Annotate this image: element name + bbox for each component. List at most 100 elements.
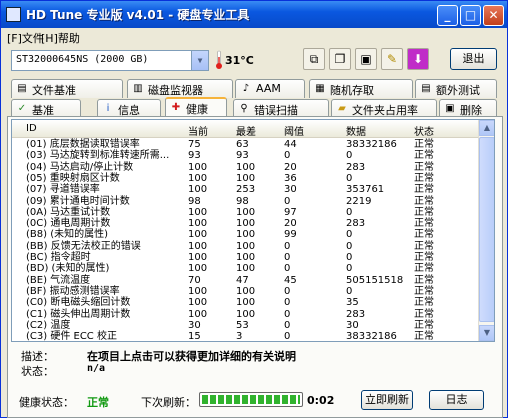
cell-id: (0C) 通电周期计数: [26, 218, 111, 230]
cell-worst: 93: [236, 150, 249, 162]
table-row[interactable]: (04) 马达启动/停止计数 100 100 20 283 正常: [12, 162, 479, 173]
column-id[interactable]: ID: [26, 123, 37, 134]
app-icon: [6, 7, 21, 22]
table-row[interactable]: (B8) (未知的属性) 100 100 99 0 正常: [12, 229, 479, 240]
tab-extra-tests[interactable]: ▤ 额外测试: [415, 79, 497, 98]
tab-disk-monitor[interactable]: ▥ 磁盘监视器: [127, 79, 233, 98]
cell-current: 100: [188, 206, 208, 218]
table-row[interactable]: (0C) 通电周期计数 100 100 20 283 正常: [12, 218, 479, 229]
table-row[interactable]: (C1) 磁头伸出周期计数 100 100 0 283 正常: [12, 309, 479, 320]
table-row[interactable]: (C2) 温度 30 53 0 30 正常: [12, 320, 479, 331]
table-row[interactable]: (C0) 断电磁头缩回计数 100 100 0 35 正常: [12, 297, 479, 308]
column-data[interactable]: 数据: [346, 123, 366, 138]
cell-data: 0: [346, 285, 353, 297]
cell-data: 0: [346, 172, 353, 184]
scroll-thumb[interactable]: [479, 137, 494, 322]
vertical-scrollbar[interactable]: ▲ ▼: [478, 120, 494, 341]
cell-worst: 253: [236, 184, 256, 196]
save-button[interactable]: ▣: [355, 48, 377, 70]
table-row[interactable]: (C3) 硬件 ECC 校正 15 3 0 38332186 正常: [12, 331, 479, 342]
copy-info-button[interactable]: ❐: [329, 48, 351, 70]
cell-data: 2219: [346, 195, 372, 207]
cell-threshold: 0: [284, 195, 291, 207]
table-row[interactable]: (0A) 马达重试计数 100 100 97 0 正常: [12, 207, 479, 218]
column-current[interactable]: 当前: [188, 123, 208, 138]
tab-random-access[interactable]: ▦ 随机存取: [309, 79, 413, 98]
refresh-progress-bar: [199, 392, 303, 407]
title-bar[interactable]: HD Tune 专业版 v4.01 - 硬盘专业工具 _ □ ✕: [1, 1, 507, 28]
exit-button[interactable]: 退出: [450, 48, 497, 70]
tab-file-benchmark[interactable]: ▤ 文件基准: [11, 79, 123, 98]
drive-select-value: ST32000645NS (2000 GB): [16, 54, 149, 65]
refresh-now-button[interactable]: 立即刷新: [361, 390, 413, 410]
cell-data: 283: [346, 218, 366, 230]
cell-threshold: 0: [284, 319, 291, 331]
download-button[interactable]: ⬇: [407, 48, 429, 70]
menu-file[interactable]: [F]文件: [7, 30, 44, 46]
table-row[interactable]: (07) 寻道错误率 100 253 30 353761 正常: [12, 184, 479, 195]
cell-threshold: 0: [284, 263, 291, 275]
table-row[interactable]: (BF) 振动感测错误率 100 100 0 0 正常: [12, 286, 479, 297]
save-icon: ▣: [360, 52, 372, 66]
cell-data: 0: [346, 263, 353, 275]
column-threshold[interactable]: 阈值: [284, 123, 304, 138]
table-row[interactable]: (05) 重映射扇区计数 100 100 36 0 正常: [12, 173, 479, 184]
log-button[interactable]: 日志: [429, 390, 484, 410]
smart-table[interactable]: ID 当前 最差 阈值 数据 状态 (01) 底层数据读取错误率 75 63 44 38…: [11, 119, 495, 342]
cell-threshold: 0: [284, 150, 291, 162]
cell-status: 正常: [414, 252, 434, 263]
maximize-button[interactable]: □: [460, 5, 481, 26]
cell-data: 353761: [346, 184, 385, 196]
table-row[interactable]: (BC) 指令超时 100 100 0 0 正常: [12, 252, 479, 263]
column-worst[interactable]: 最差: [236, 123, 256, 138]
cell-status: 正常: [414, 319, 434, 331]
table-row[interactable]: (03) 马达旋转到标准转速所需... 93 93 0 0 正常: [12, 150, 479, 161]
tab-aam[interactable]: ♪ AAM: [235, 79, 305, 98]
cell-current: 100: [188, 218, 208, 230]
cell-worst: 100: [236, 263, 256, 275]
cell-data: 0: [346, 229, 353, 241]
close-button[interactable]: ✕: [483, 5, 504, 26]
cell-status: 正常: [414, 285, 434, 297]
table-row[interactable]: (01) 底层数据读取错误率 75 63 44 38332186 正常: [12, 139, 479, 150]
table-row[interactable]: (BB) 反馈无法校正的错误 100 100 0 0 正常: [12, 241, 479, 252]
chevron-down-icon[interactable]: ▼: [191, 51, 208, 70]
cell-worst: 100: [236, 297, 256, 309]
cell-data: 38332186: [346, 331, 397, 342]
table-row[interactable]: (BD) (未知的属性) 100 100 0 0 正常: [12, 263, 479, 274]
cell-id: (BB) 反馈无法校正的错误: [26, 240, 141, 252]
table-row[interactable]: (09) 累计通电时间计数 98 98 0 2219 正常: [12, 196, 479, 207]
disk-monitor-icon: ▥: [133, 83, 143, 94]
cell-worst: 100: [236, 240, 256, 252]
copy-info-icon: ❐: [334, 52, 346, 66]
cell-data: 35: [346, 297, 359, 309]
cell-threshold: 30: [284, 184, 297, 196]
info-icon: i: [106, 103, 110, 114]
temperature-value: 31°C: [225, 54, 254, 67]
copy-button[interactable]: ⧉: [303, 48, 325, 70]
cell-threshold: 20: [284, 218, 297, 230]
tab-health[interactable]: ✚ 健康: [165, 97, 227, 118]
description-text: 在项目上点击可以获得更加详细的有关说明: [87, 350, 296, 363]
menu-help[interactable]: [H]帮助: [41, 30, 80, 46]
aam-icon: ♪: [242, 83, 250, 94]
window-title: HD Tune 专业版 v4.01 - 硬盘专业工具: [26, 8, 250, 22]
cell-id: (BF) 振动感测错误率: [26, 285, 120, 297]
table-row[interactable]: (BE) 气流温度 70 47 45 505151518 正常: [12, 275, 479, 286]
scroll-down-icon[interactable]: ▼: [479, 325, 494, 341]
cell-current: 100: [188, 184, 208, 196]
cell-threshold: 44: [284, 139, 297, 150]
column-status[interactable]: 状态: [414, 123, 434, 138]
cell-current: 98: [188, 195, 201, 207]
cell-data: 505151518: [346, 274, 404, 286]
cell-worst: 100: [236, 252, 256, 263]
scroll-up-icon[interactable]: ▲: [479, 120, 494, 136]
cell-current: 75: [188, 139, 201, 150]
cell-id: (01) 底层数据读取错误率: [26, 139, 140, 150]
options-button[interactable]: ✎: [381, 48, 403, 70]
cell-current: 30: [188, 319, 201, 331]
cell-current: 93: [188, 150, 201, 162]
minimize-button[interactable]: _: [437, 5, 458, 26]
drive-select[interactable]: ST32000645NS (2000 GB) ▼: [11, 50, 209, 71]
refresh-countdown: 0:02: [307, 394, 335, 407]
